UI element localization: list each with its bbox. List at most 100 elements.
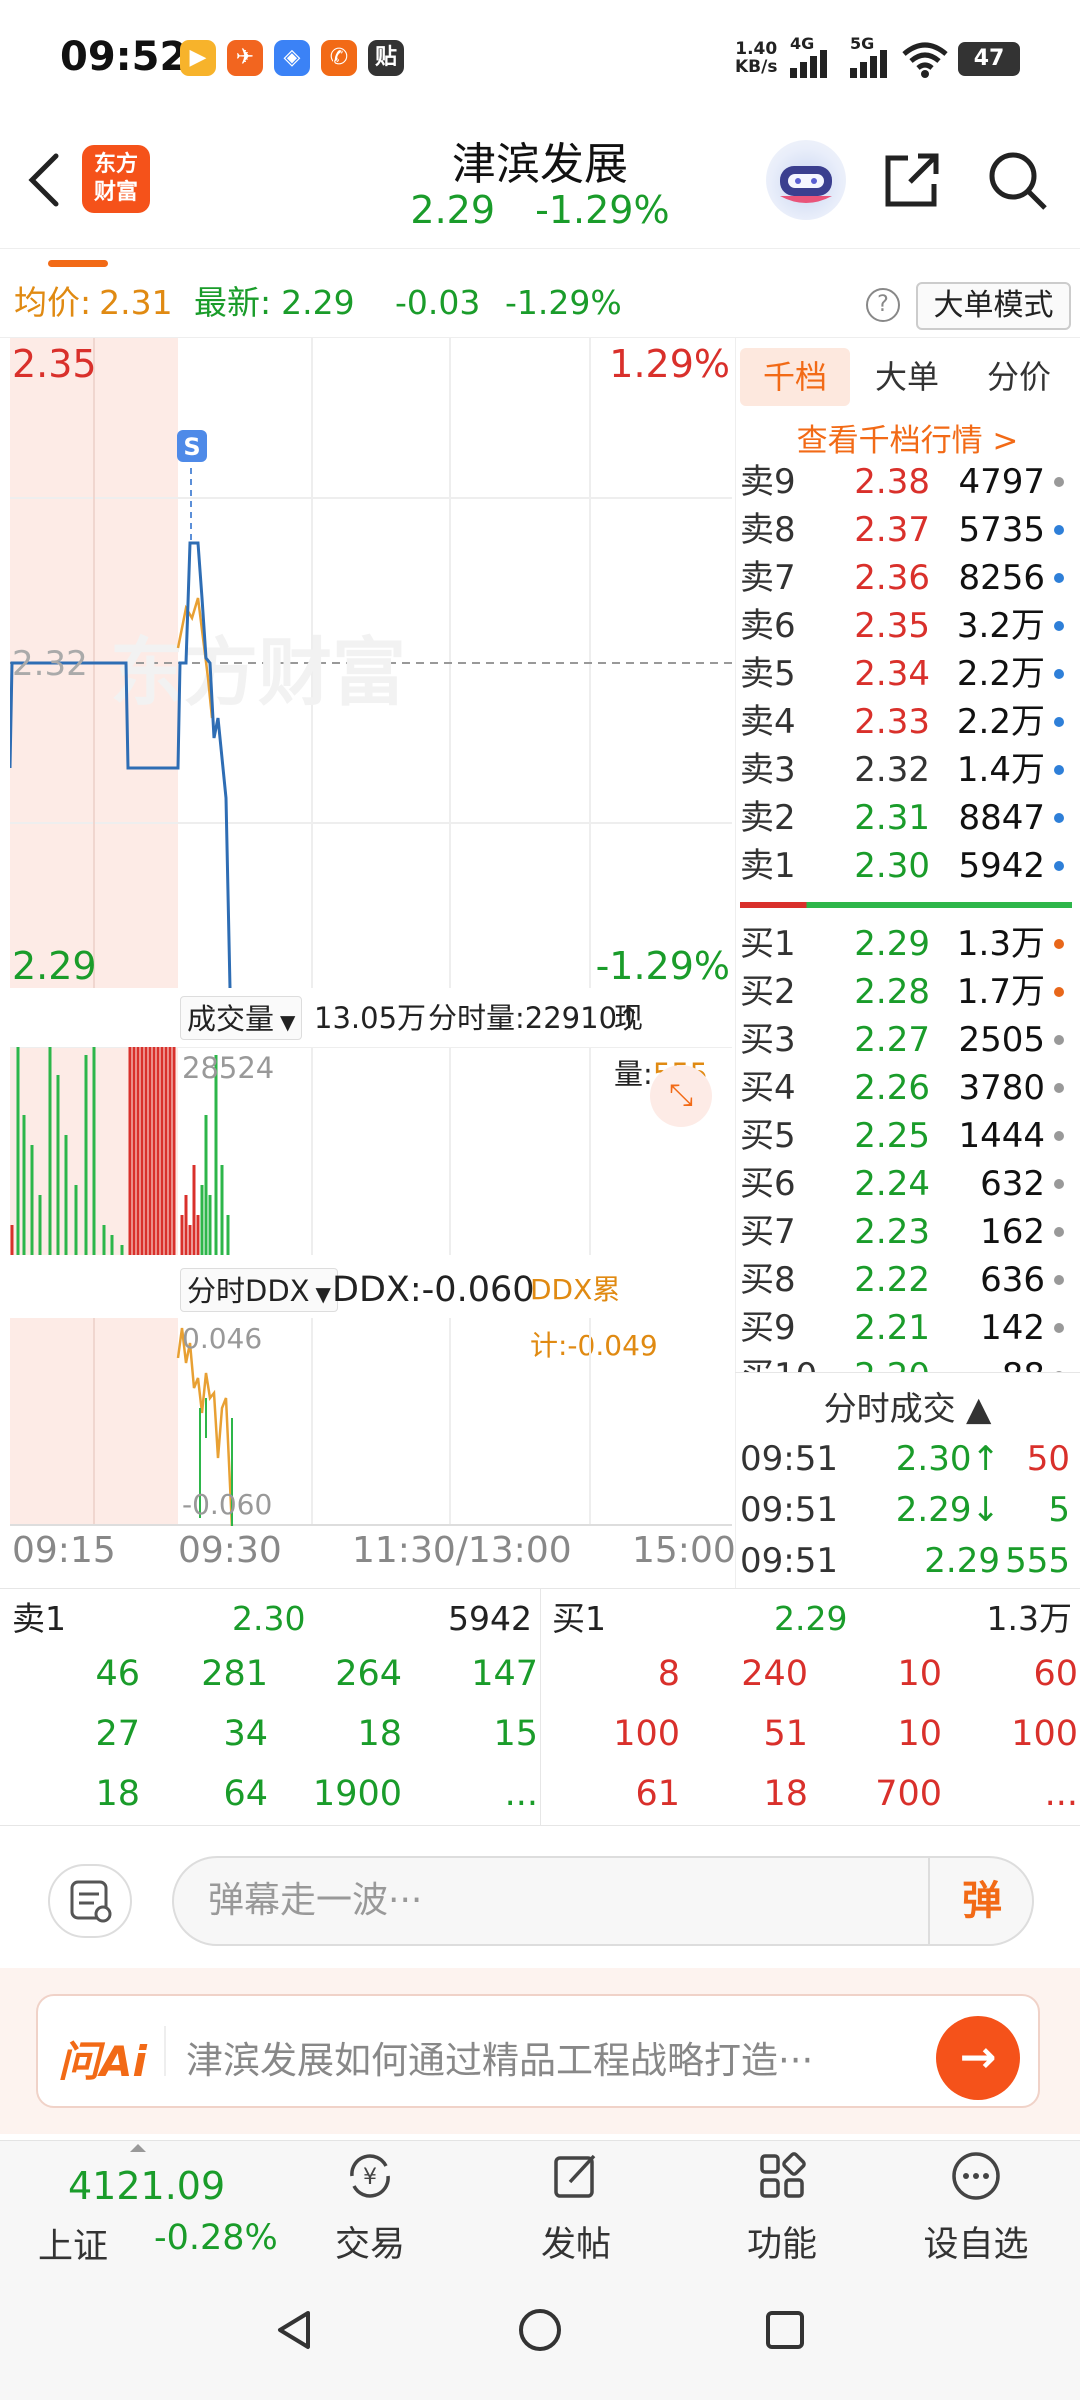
bid-level: 买3: [740, 1020, 796, 1060]
nav-post[interactable]: 发帖: [506, 2148, 646, 2278]
bid-row[interactable]: 买3 2.27 2505: [740, 1016, 1070, 1064]
ask-row[interactable]: 卖6 2.35 3.2万: [740, 602, 1070, 650]
tab-price-distribution[interactable]: 分价: [964, 348, 1074, 406]
ddx-chart[interactable]: 0.046 -0.060: [10, 1318, 732, 1529]
expand-icon[interactable]: ⤡: [650, 1065, 712, 1127]
trade-row[interactable]: 09:51 2.29↓ 5: [740, 1485, 1070, 1535]
nav-trade[interactable]: ¥ 交易: [300, 2148, 440, 2278]
volume-chart[interactable]: 28524 ⤡: [10, 1046, 732, 1255]
nav-functions[interactable]: 功能: [712, 2148, 852, 2278]
app-logo[interactable]: 东方 财富: [82, 145, 150, 213]
ask-row[interactable]: 卖3 2.32 1.4万: [740, 746, 1070, 794]
stock-price-line: 2.29 -1.29%: [330, 188, 750, 232]
share-button[interactable]: [880, 148, 944, 212]
sell-queue-order: 46: [95, 1654, 140, 1694]
ask-row[interactable]: 卖9 2.38 4797: [740, 458, 1070, 506]
bid-volume: 2505: [958, 1020, 1045, 1060]
ask-row[interactable]: 卖8 2.37 5735: [740, 506, 1070, 554]
ask-row[interactable]: 卖4 2.33 2.2万: [740, 698, 1070, 746]
buy-queue-order: 100: [1011, 1714, 1078, 1754]
bid-volume: 3780: [958, 1068, 1045, 1108]
active-tab-underline: [48, 260, 108, 267]
volume-indicator-dropdown[interactable]: 成交量 ▼: [180, 996, 303, 1040]
buy-queue-order: 10: [897, 1714, 942, 1754]
robot-icon: [780, 166, 832, 203]
bid-price: 2.29: [854, 924, 930, 964]
trade-time: 09:51: [740, 1490, 838, 1530]
buy-queue-order: 60: [1033, 1654, 1078, 1694]
ask-level: 卖1: [740, 846, 796, 886]
ai-robot-avatar[interactable]: [766, 140, 846, 220]
order-source-dot-icon: [1054, 1275, 1064, 1285]
bid-row[interactable]: 买5 2.25 1444: [740, 1112, 1070, 1160]
help-icon[interactable]: ?: [866, 288, 900, 322]
queue-sell-price: 2.30: [232, 1599, 306, 1638]
net-speed-unit: KB/s: [735, 57, 778, 77]
ddx-indicator-label: 分时DDX: [187, 1274, 310, 1308]
bid-row[interactable]: 买1 2.29 1.3万: [740, 920, 1070, 968]
ask-row[interactable]: 卖7 2.36 8256: [740, 554, 1070, 602]
ask-volume: 2.2万: [956, 702, 1045, 742]
index-value[interactable]: 4121.09: [68, 2164, 225, 2208]
time-label: 11:30/13:00: [352, 1530, 572, 1571]
ask-volume: 1.4万: [956, 750, 1045, 790]
bid-row[interactable]: 买7 2.23 162: [740, 1208, 1070, 1256]
comment-list-button[interactable]: [48, 1864, 132, 1938]
ask-row[interactable]: 卖1 2.30 5942: [740, 842, 1070, 890]
buy-queue-order: 700: [875, 1774, 942, 1814]
index-change[interactable]: -0.28%: [154, 2218, 278, 2258]
bid-row[interactable]: 买2 2.28 1.7万: [740, 968, 1070, 1016]
ddx-indicator-dropdown[interactable]: 分时DDX ▼: [180, 1268, 338, 1312]
sell-queue-order: 18: [95, 1774, 140, 1814]
bid-row[interactable]: 买6 2.24 632: [740, 1160, 1070, 1208]
order-source-dot-icon: [1054, 717, 1064, 727]
big-order-mode-button[interactable]: 大单模式: [916, 282, 1071, 330]
danmu-input[interactable]: 弹幕走一波···: [172, 1856, 1034, 1946]
bid-row[interactable]: 买4 2.26 3780: [740, 1064, 1070, 1112]
yuan-exchange-icon: ¥: [350, 2154, 390, 2198]
trade-volume: 555: [1005, 1541, 1070, 1581]
time-label: 09:30: [178, 1530, 282, 1571]
bid-row[interactable]: 买8 2.22 636: [740, 1256, 1070, 1304]
more-circle-icon: [952, 2152, 1000, 2200]
tab-big-order[interactable]: 大单: [852, 348, 962, 406]
tick-trades-title[interactable]: 分时成交 ▲: [740, 1382, 1075, 1430]
intraday-price-chart[interactable]: 东方财富 S 2.35 2.32 2.29 1.29% -1.29%: [8, 338, 732, 989]
ask-volume: 3.2万: [956, 606, 1045, 646]
bid-price: 2.21: [854, 1308, 930, 1348]
nav-add-watchlist[interactable]: 设自选: [906, 2148, 1046, 2278]
ask-row[interactable]: 卖5 2.34 2.2万: [740, 650, 1070, 698]
app-notification-icon: ✈: [227, 40, 263, 76]
bid-level: 买6: [740, 1164, 796, 1204]
bid-volume: 1.3万: [956, 924, 1045, 964]
bid-level: 买9: [740, 1308, 796, 1348]
view-thousand-link[interactable]: 查看千档行情 >: [740, 415, 1075, 460]
ask-price: 2.30: [854, 846, 930, 886]
buy-queue-order: 61: [635, 1774, 680, 1814]
price-chart-canvas: 东方财富 S: [8, 338, 732, 989]
recents-square-icon[interactable]: [760, 2305, 810, 2355]
tick-volume: 分时量:22910↑: [428, 1001, 642, 1035]
ask-row[interactable]: 卖2 2.31 8847: [740, 794, 1070, 842]
volume-peak-label: 28524: [182, 1051, 275, 1085]
sell-queue-order: 264: [335, 1654, 402, 1694]
tab-thousand[interactable]: 千档: [740, 348, 850, 406]
queue-buy-price: 2.29: [774, 1599, 848, 1638]
order-source-dot-icon: [1054, 939, 1064, 949]
home-circle-icon[interactable]: [515, 2305, 565, 2355]
index-name[interactable]: 上证: [38, 2218, 108, 2269]
time-axis: 09:15 09:30 11:30/13:00 15:00: [0, 1530, 740, 1580]
trade-row[interactable]: 09:51 2.29 555: [740, 1536, 1070, 1586]
latest-price-value: 2.29: [281, 283, 355, 322]
wifi-icon: [902, 42, 948, 78]
back-triangle-icon[interactable]: [270, 2305, 320, 2355]
bid-row[interactable]: 买9 2.21 142: [740, 1304, 1070, 1352]
ai-suggested-question[interactable]: 津滨发展如何通过精品工程战略打造···: [186, 2030, 906, 2084]
danmu-toggle-button[interactable]: 弹: [928, 1856, 1034, 1946]
back-button[interactable]: [20, 150, 70, 210]
sell-queue-order: 147: [471, 1654, 538, 1694]
search-button[interactable]: [985, 148, 1049, 212]
status-bar: 09:52 ▶ ✈ ◈ ✆ 贴 1.40 KB/s 4G 5G 47: [0, 0, 1080, 118]
ai-go-button[interactable]: →: [936, 2016, 1020, 2100]
trade-row[interactable]: 09:51 2.30↑ 50: [740, 1434, 1070, 1484]
